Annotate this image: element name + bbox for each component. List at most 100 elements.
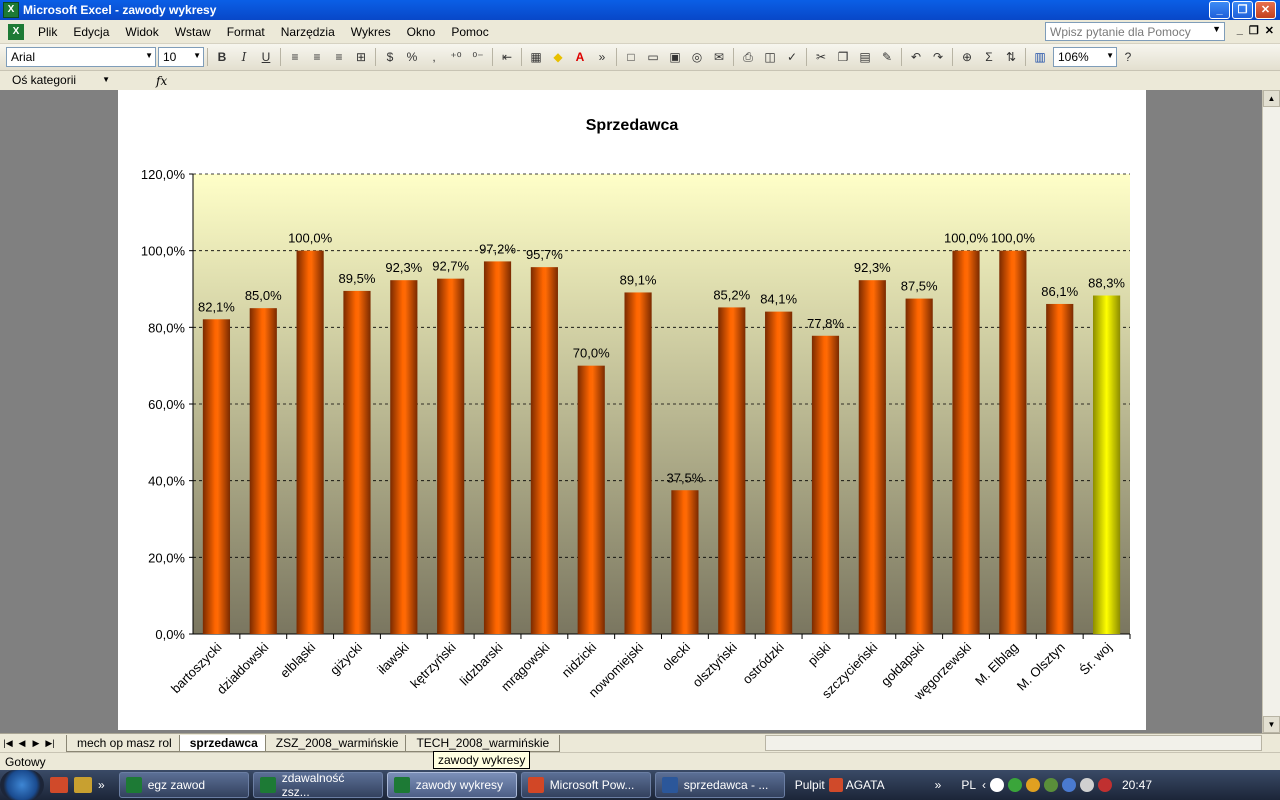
network-icon[interactable] <box>1008 778 1022 792</box>
sort-icon[interactable]: ⇅ <box>1000 47 1022 67</box>
horizontal-scrollbar[interactable] <box>765 735 1262 751</box>
next-sheet-icon[interactable]: ▶ <box>30 738 42 749</box>
scroll-down-icon[interactable]: ▼ <box>1263 716 1280 733</box>
data-label[interactable]: 89,1% <box>620 272 657 287</box>
chevron-down-icon[interactable]: ▼ <box>1106 51 1114 60</box>
italic-button[interactable]: I <box>233 47 255 67</box>
chevron-down-icon[interactable]: ▼ <box>1212 24 1221 34</box>
bar[interactable] <box>999 250 1027 634</box>
bar[interactable] <box>765 311 793 634</box>
help-search-input[interactable]: Wpisz pytanie dla Pomocy ▼ <box>1045 22 1225 41</box>
agata-icon[interactable] <box>828 778 843 792</box>
name-box[interactable]: Oś kategorii ▼ <box>4 72 116 89</box>
bar[interactable] <box>296 250 324 634</box>
menu-plik[interactable]: Plik <box>30 25 65 39</box>
bar[interactable] <box>202 319 231 634</box>
doc-restore-button[interactable]: ❐ <box>1249 24 1259 37</box>
fx-icon[interactable]: fx <box>156 74 167 88</box>
save-icon[interactable]: ▣ <box>664 47 686 67</box>
category-axis[interactable]: bartoszyckidziałdowski elbląski giżycki iła… <box>168 634 1131 703</box>
bar-chart[interactable]: Sprzedawca 0,0% 20,0% 40,0% 60,0% 80,0% 100,0… <box>118 90 1146 730</box>
bar[interactable] <box>249 308 277 634</box>
task-zawody-wykresy[interactable]: zawody wykresy <box>386 772 517 798</box>
close-button[interactable]: ✕ <box>1255 1 1276 19</box>
fill-color-icon[interactable]: ◆ <box>547 47 569 67</box>
workbook-icon[interactable]: X <box>8 23 24 40</box>
menu-edycja[interactable]: Edycja <box>65 25 117 39</box>
bar[interactable] <box>343 290 371 634</box>
task-sprzedawca[interactable]: sprzedawca - ... <box>654 772 785 798</box>
email-icon[interactable]: ✉ <box>708 47 730 67</box>
data-label[interactable]: 92,3% <box>854 260 891 275</box>
permission-icon[interactable]: ◎ <box>686 47 708 67</box>
print-preview-icon[interactable]: ◫ <box>759 47 781 67</box>
menu-wstaw[interactable]: Wstaw <box>167 25 219 39</box>
bar[interactable] <box>1092 295 1121 634</box>
align-right-icon[interactable]: ≡ <box>328 47 350 67</box>
task-egz-zawod[interactable]: egz zawod <box>118 772 249 798</box>
data-label[interactable]: 92,3% <box>385 260 422 275</box>
zoom-select[interactable]: 106% ▼ <box>1053 47 1117 67</box>
chart-sheet[interactable]: Sprzedawca 0,0% 20,0% 40,0% 60,0% 80,0% 100,0… <box>118 90 1146 730</box>
last-sheet-icon[interactable]: ▶| <box>44 738 56 749</box>
data-label[interactable]: 92,7% <box>432 259 469 274</box>
data-label[interactable]: 87,5% <box>901 279 938 294</box>
bar[interactable] <box>577 365 605 634</box>
quicklaunch-icon[interactable] <box>74 777 92 793</box>
menu-format[interactable]: Format <box>219 25 273 39</box>
bold-button[interactable]: B <box>211 47 233 67</box>
data-label[interactable]: 100,0% <box>991 231 1036 246</box>
vertical-scrollbar[interactable]: ▲ ▼ <box>1262 90 1280 733</box>
align-left-icon[interactable]: ≡ <box>284 47 306 67</box>
volume-icon[interactable] <box>1080 778 1094 792</box>
print-icon[interactable]: ⎙ <box>737 47 759 67</box>
bar[interactable] <box>1046 303 1074 634</box>
start-button[interactable] <box>0 770 44 800</box>
redo-icon[interactable]: ↷ <box>927 47 949 67</box>
data-label[interactable]: 100,0% <box>288 231 333 246</box>
tab-sprzedawca[interactable]: sprzedawca <box>178 734 269 752</box>
bar[interactable] <box>952 250 980 634</box>
more-quicklaunch-icon[interactable]: » <box>98 778 105 792</box>
autosum-icon[interactable]: Σ <box>978 47 1000 67</box>
copy-icon[interactable]: ❐ <box>832 47 854 67</box>
data-label[interactable]: 88,3% <box>1088 276 1125 291</box>
hyperlink-icon[interactable]: ⊕ <box>956 47 978 67</box>
currency-icon[interactable]: $ <box>379 47 401 67</box>
paste-icon[interactable]: ▤ <box>854 47 876 67</box>
show-hidden-icons[interactable]: ‹ <box>982 778 986 792</box>
agata-toolbar[interactable]: AGATA <box>846 778 885 792</box>
open-icon[interactable]: ▭ <box>642 47 664 67</box>
spelling-icon[interactable]: ✓ <box>781 47 803 67</box>
prev-sheet-icon[interactable]: ◀ <box>16 738 28 749</box>
undo-icon[interactable]: ↶ <box>905 47 927 67</box>
menu-narzedzia[interactable]: Narzędzia <box>273 25 343 39</box>
tray-app-icon[interactable] <box>1026 778 1040 792</box>
tray-app-icon[interactable] <box>1062 778 1076 792</box>
chevron-down-icon[interactable]: ▼ <box>102 75 110 84</box>
menu-okno[interactable]: Okno <box>399 25 444 39</box>
bar[interactable] <box>530 267 558 634</box>
tab-mech-op-masz-rol[interactable]: mech op masz rol <box>66 734 183 752</box>
data-label[interactable]: 95,7% <box>526 247 563 262</box>
messenger-icon[interactable] <box>990 778 1004 792</box>
data-label[interactable]: 37,5% <box>666 470 703 485</box>
bar[interactable] <box>624 292 652 634</box>
tab-zsz-2008[interactable]: ZSZ_2008_warmińskie <box>264 734 410 752</box>
font-color-icon[interactable]: A <box>569 47 591 67</box>
chart-title[interactable]: Sprzedawca <box>586 117 679 134</box>
menu-widok[interactable]: Widok <box>117 25 166 39</box>
data-label[interactable]: 100,0% <box>944 231 989 246</box>
bar[interactable] <box>858 280 886 634</box>
data-label[interactable]: 97,2% <box>479 241 516 256</box>
pulpit-toolbar[interactable]: Pulpit <box>795 778 825 792</box>
menu-pomoc[interactable]: Pomoc <box>443 25 496 39</box>
more-toolbars-icon[interactable]: » <box>935 778 942 792</box>
data-label[interactable]: 70,0% <box>573 346 610 361</box>
bar[interactable] <box>811 335 840 634</box>
font-name-select[interactable]: Arial ▼ <box>6 47 156 67</box>
tray-app-icon[interactable] <box>1098 778 1112 792</box>
decrease-decimal-icon[interactable]: ⁰⁻ <box>467 47 489 67</box>
align-center-icon[interactable]: ≡ <box>306 47 328 67</box>
doc-close-button[interactable]: ✕ <box>1265 24 1274 37</box>
